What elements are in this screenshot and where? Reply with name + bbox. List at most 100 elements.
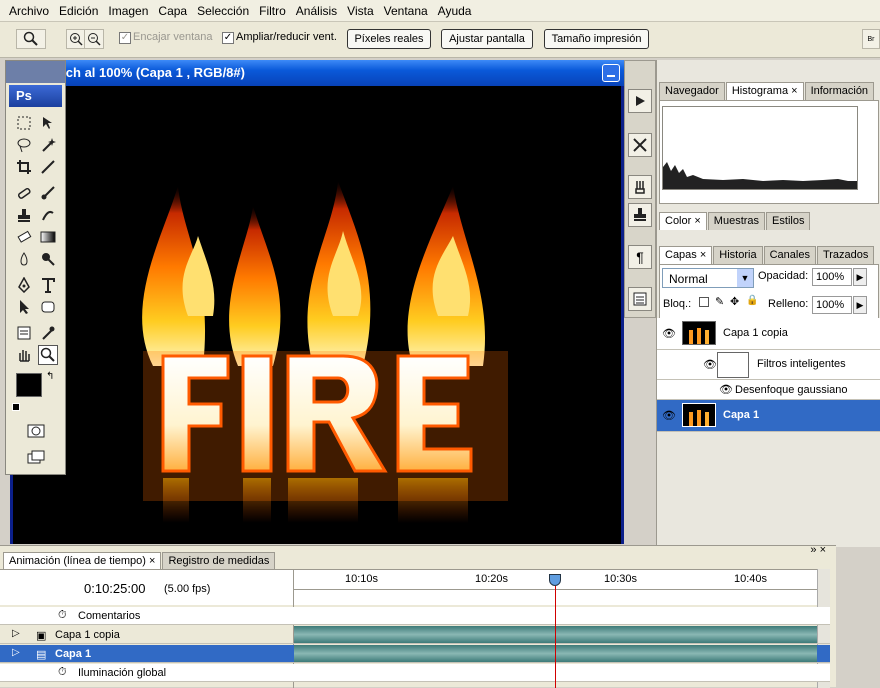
fill-slider-icon[interactable]: ▶ bbox=[853, 296, 867, 314]
shape-tool-icon[interactable] bbox=[38, 297, 58, 317]
opacity-input[interactable]: 100% bbox=[812, 268, 852, 286]
minimize-icon[interactable] bbox=[602, 64, 620, 82]
menu-edicion[interactable]: Edición bbox=[54, 4, 103, 18]
zoom-tool-icon[interactable] bbox=[38, 345, 58, 365]
eye-icon[interactable]: 👁 bbox=[719, 383, 733, 396]
magic-wand-tool-icon[interactable] bbox=[38, 135, 58, 155]
move-tool-icon[interactable] bbox=[38, 113, 58, 133]
menu-ayuda[interactable]: Ayuda bbox=[433, 4, 477, 18]
quick-mask-icon[interactable] bbox=[26, 421, 46, 441]
type-tool-icon[interactable] bbox=[38, 275, 58, 295]
eye-icon[interactable]: 👁 bbox=[703, 358, 717, 371]
zoom-tool-preset-icon[interactable] bbox=[16, 29, 46, 49]
layer-row[interactable]: 👁 Filtros inteligentes bbox=[657, 350, 880, 380]
timeline-row-layer-selected[interactable]: ▷ ▤ Capa 1 bbox=[0, 645, 830, 663]
menu-seleccion[interactable]: Selección bbox=[192, 4, 254, 18]
menu-ventana[interactable]: Ventana bbox=[379, 4, 433, 18]
tool-presets-panel-icon[interactable] bbox=[628, 133, 652, 157]
toolbox-grip[interactable] bbox=[6, 61, 65, 83]
pen-tool-icon[interactable] bbox=[14, 275, 34, 295]
eye-icon[interactable]: 👁 bbox=[662, 409, 676, 422]
menu-imagen[interactable]: Imagen bbox=[103, 4, 153, 18]
blur-tool-icon[interactable] bbox=[14, 249, 34, 269]
swap-colors-icon[interactable]: ↰ bbox=[46, 371, 54, 382]
photoshop-logo[interactable]: Ps bbox=[9, 85, 62, 107]
close-icon[interactable]: × bbox=[694, 215, 700, 227]
timeline-row-comments[interactable]: ⏱ Comentarios bbox=[0, 607, 830, 625]
zoom-out-icon[interactable] bbox=[84, 29, 104, 49]
bridge-icon[interactable]: Br bbox=[862, 29, 880, 49]
fill-input[interactable]: 100% bbox=[812, 296, 852, 314]
timeline-row-global-light[interactable]: ⏱ Iluminación global bbox=[0, 664, 830, 682]
history-brush-tool-icon[interactable] bbox=[38, 205, 58, 225]
menu-filtro[interactable]: Filtro bbox=[254, 4, 291, 18]
eyedropper-tool-icon[interactable] bbox=[38, 323, 58, 343]
zoom-in-icon[interactable] bbox=[66, 29, 86, 49]
eye-icon[interactable]: 👁 bbox=[662, 327, 676, 340]
layer-row[interactable]: 👁 Desenfoque gaussiano bbox=[657, 380, 880, 400]
lock-pixels-icon[interactable]: ✎ bbox=[715, 295, 724, 308]
notes-tool-icon[interactable] bbox=[14, 323, 34, 343]
print-size-button[interactable]: Tamaño impresión bbox=[544, 29, 649, 49]
timeline-row-layer[interactable]: ▷ ▣ Capa 1 copia bbox=[0, 626, 830, 644]
brush-tool-icon[interactable] bbox=[38, 183, 58, 203]
crop-tool-icon[interactable] bbox=[14, 157, 34, 177]
slice-tool-icon[interactable] bbox=[38, 157, 58, 177]
canvas[interactable] bbox=[13, 86, 621, 544]
close-icon[interactable]: × bbox=[791, 85, 797, 97]
blend-mode-select[interactable]: Normal ▼ bbox=[662, 268, 754, 288]
clone-source-panel-icon[interactable] bbox=[628, 203, 652, 227]
actions-panel-icon[interactable] bbox=[628, 89, 652, 113]
hand-tool-icon[interactable] bbox=[14, 345, 34, 365]
zoom-resize-checkbox[interactable]: ✓ bbox=[222, 32, 234, 44]
opacity-slider-icon[interactable]: ▶ bbox=[853, 268, 867, 286]
default-colors-icon[interactable] bbox=[12, 403, 20, 411]
close-icon[interactable]: × bbox=[149, 555, 155, 567]
stopwatch-icon[interactable]: ⏱ bbox=[58, 609, 67, 622]
dodge-tool-icon[interactable] bbox=[38, 249, 58, 269]
eraser-tool-icon[interactable] bbox=[14, 227, 34, 247]
tab-color[interactable]: Color × bbox=[659, 212, 707, 230]
document-title[interactable]: firetech al 100% (Capa 1 , RGB/8#) bbox=[10, 60, 624, 86]
menu-archivo[interactable]: Archivo bbox=[4, 4, 54, 18]
close-icon[interactable]: × bbox=[700, 249, 706, 261]
expand-triangle-icon[interactable]: ▷ bbox=[12, 647, 20, 658]
tab-animation[interactable]: Animación (línea de tiempo) × bbox=[3, 552, 162, 570]
tab-channels[interactable]: Canales bbox=[763, 246, 816, 264]
marquee-tool-icon[interactable] bbox=[14, 113, 34, 133]
expand-triangle-icon[interactable]: ▷ bbox=[12, 628, 20, 639]
collapse-close-icon[interactable]: » × bbox=[810, 544, 826, 556]
layer-row[interactable]: 👁 Capa 1 bbox=[657, 400, 880, 432]
chevron-down-icon[interactable]: ▼ bbox=[737, 269, 753, 287]
lasso-tool-icon[interactable] bbox=[14, 135, 34, 155]
screen-mode-icon[interactable] bbox=[26, 447, 46, 467]
menu-analisis[interactable]: Análisis bbox=[291, 4, 342, 18]
menu-vista[interactable]: Vista bbox=[342, 4, 378, 18]
menu-capa[interactable]: Capa bbox=[153, 4, 192, 18]
layer-comps-panel-icon[interactable] bbox=[628, 287, 652, 311]
lock-transparency-icon[interactable] bbox=[699, 297, 709, 307]
tab-layers[interactable]: Capas × bbox=[659, 246, 713, 264]
foreground-color-swatch[interactable] bbox=[16, 373, 42, 397]
tab-paths[interactable]: Trazados bbox=[816, 246, 875, 264]
stopwatch-icon[interactable]: ⏱ bbox=[58, 666, 67, 679]
tab-histogram[interactable]: Histograma × bbox=[725, 82, 804, 100]
lock-all-icon[interactable]: 🔒 bbox=[746, 295, 758, 306]
brushes-panel-icon[interactable] bbox=[628, 175, 652, 199]
fit-window-checkbox[interactable]: ✓ bbox=[119, 32, 131, 44]
actual-pixels-button[interactable]: Píxeles reales bbox=[347, 29, 431, 49]
tab-navigator[interactable]: Navegador bbox=[659, 82, 725, 100]
lock-position-icon[interactable]: ✥ bbox=[730, 295, 739, 308]
path-selection-tool-icon[interactable] bbox=[14, 297, 34, 317]
clone-stamp-tool-icon[interactable] bbox=[14, 205, 34, 225]
tab-swatches[interactable]: Muestras bbox=[707, 212, 766, 230]
layer-row[interactable]: 👁 Capa 1 copia bbox=[657, 318, 880, 350]
playhead-handle[interactable] bbox=[549, 574, 561, 586]
tab-history[interactable]: Historia bbox=[713, 246, 763, 264]
tab-measurement-log[interactable]: Registro de medidas bbox=[162, 552, 276, 570]
gradient-tool-icon[interactable] bbox=[38, 227, 58, 247]
fit-screen-button[interactable]: Ajustar pantalla bbox=[441, 29, 533, 49]
tab-styles[interactable]: Estilos bbox=[766, 212, 811, 230]
healing-brush-tool-icon[interactable] bbox=[14, 183, 34, 203]
paragraph-panel-icon[interactable]: ¶ bbox=[628, 245, 652, 269]
